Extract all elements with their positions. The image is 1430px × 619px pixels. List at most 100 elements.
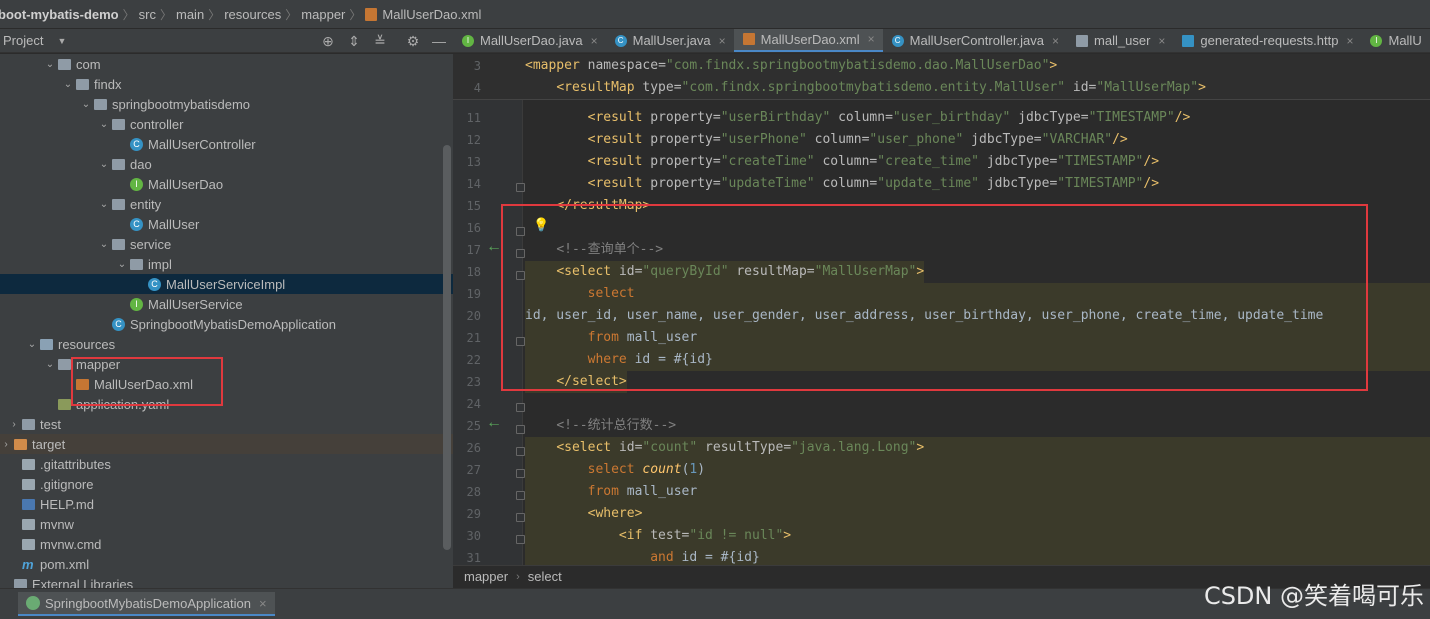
tree-item[interactable]: HELP.md: [0, 494, 453, 514]
editor-tab[interactable]: mall_user ×: [1067, 29, 1173, 52]
chevron-down-icon[interactable]: ⌄: [116, 259, 128, 270]
tree-item[interactable]: ⌄ impl: [0, 254, 453, 274]
code-text[interactable]: <resultMap type="com.findx.springbootmyb…: [525, 77, 1206, 99]
chevron-right-icon[interactable]: ›: [0, 439, 12, 450]
code-text[interactable]: from mall_user: [525, 481, 698, 503]
tree-item-label: entity: [130, 196, 162, 212]
tree-item[interactable]: › target: [0, 434, 453, 454]
code-text[interactable]: <where>: [525, 503, 643, 525]
tree-item[interactable]: ⌄ springbootmybatisdemo: [0, 94, 453, 114]
code-text[interactable]: and id = #{id}: [525, 547, 760, 565]
tree-item[interactable]: C MallUserServiceImpl: [0, 274, 453, 294]
tree-item[interactable]: ⌄ dao: [0, 154, 453, 174]
fold-marker-icon[interactable]: [516, 425, 525, 434]
editor-tab[interactable]: C MallUserController.java ×: [883, 29, 1067, 52]
close-icon[interactable]: ×: [1052, 34, 1059, 48]
tree-item[interactable]: .gitignore: [0, 474, 453, 494]
code-text[interactable]: <result property="createTime" column="cr…: [525, 151, 1159, 173]
tree-item[interactable]: mvnw: [0, 514, 453, 534]
code-text[interactable]: <result property="updateTime" column="up…: [525, 173, 1159, 195]
chevron-down-icon[interactable]: ⌄: [62, 79, 74, 90]
breadcrumb-item[interactable]: main: [176, 7, 204, 22]
tree-item[interactable]: C MallUser: [0, 214, 453, 234]
close-icon[interactable]: ×: [1346, 34, 1353, 48]
project-scrollbar[interactable]: [443, 145, 451, 550]
tree-item[interactable]: External Libraries: [0, 574, 453, 588]
fold-marker-icon[interactable]: [516, 469, 525, 478]
tree-item-label: controller: [130, 116, 184, 132]
code-text[interactable]: <!--统计总行数-->: [525, 415, 676, 437]
code-text[interactable]: <mapper namespace="com.findx.springbootm…: [525, 55, 1057, 77]
expand-all-icon[interactable]: ⇕: [346, 33, 362, 49]
tree-item[interactable]: I MallUserService: [0, 294, 453, 314]
chevron-down-icon[interactable]: ⌄: [44, 59, 56, 70]
navigate-to-interface-icon[interactable]: ←: [486, 238, 502, 256]
chevron-down-icon[interactable]: ⌄: [98, 119, 110, 130]
tree-item[interactable]: › test: [0, 414, 453, 434]
chevron-down-icon[interactable]: ⌄: [98, 199, 110, 210]
gear-icon[interactable]: ⚙: [405, 33, 421, 49]
breadcrumb-item[interactable]: resources: [224, 7, 281, 22]
tree-item[interactable]: ⌄ resources: [0, 334, 453, 354]
highlight-box-select: [501, 204, 1368, 391]
close-icon[interactable]: ×: [1158, 34, 1165, 48]
tree-item[interactable]: ⌄ service: [0, 234, 453, 254]
editor-tab[interactable]: MallUserDao.xml ×: [733, 29, 883, 52]
chevron-down-icon[interactable]: ⌄: [80, 99, 92, 110]
collapse-all-icon[interactable]: ≚: [372, 33, 388, 49]
tree-item[interactable]: m pom.xml: [0, 554, 453, 574]
chevron-down-icon[interactable]: ⌄: [98, 239, 110, 250]
editor-tab[interactable]: I MallU: [1361, 29, 1429, 52]
close-icon[interactable]: ×: [719, 34, 726, 48]
breadcrumb-item[interactable]: MallUserDao.xml: [382, 7, 481, 22]
tree-item[interactable]: C MallUserController: [0, 134, 453, 154]
code-text[interactable]: <if test="id != null">: [525, 525, 792, 547]
tree-item[interactable]: I MallUserDao: [0, 174, 453, 194]
tree-item[interactable]: ⌄ com: [0, 54, 453, 74]
line-number: 20: [466, 309, 481, 323]
tree-item[interactable]: mvnw.cmd: [0, 534, 453, 554]
fold-marker-icon[interactable]: [516, 447, 525, 456]
line-number: 17: [466, 243, 481, 257]
tree-item[interactable]: ⌄ controller: [0, 114, 453, 134]
chevron-down-icon[interactable]: ▼: [57, 36, 66, 46]
fold-marker-icon[interactable]: [516, 513, 525, 522]
editor-tab[interactable]: generated-requests.http ×: [1173, 29, 1361, 52]
chevron-down-icon[interactable]: ⌄: [44, 359, 56, 370]
chevron-down-icon[interactable]: ⌄: [26, 339, 38, 350]
project-view-selector[interactable]: Project: [3, 33, 43, 48]
fold-marker-icon[interactable]: [516, 403, 525, 412]
code-text[interactable]: <result property="userBirthday" column="…: [525, 107, 1191, 129]
editor-tab[interactable]: C MallUser.java ×: [606, 29, 734, 52]
tree-item[interactable]: .gitattributes: [0, 454, 453, 474]
code-text[interactable]: <select id="count" resultType="java.lang…: [525, 437, 925, 459]
chevron-down-icon[interactable]: ⌄: [98, 159, 110, 170]
breadcrumb-item[interactable]: boot-mybatis-demo: [0, 7, 119, 22]
line-number: 13: [466, 155, 481, 169]
breadcrumb-item[interactable]: src: [139, 7, 156, 22]
tree-item[interactable]: ⌄ mapper: [0, 354, 453, 374]
tree-item[interactable]: ⌄ findx: [0, 74, 453, 94]
fold-marker-icon[interactable]: [516, 491, 525, 500]
tree-item[interactable]: MallUserDao.xml: [0, 374, 453, 394]
code-line: 11 <result property="userBirthday" colum…: [453, 107, 1430, 129]
locate-icon[interactable]: ⊕: [320, 33, 336, 49]
code-text[interactable]: select count(1): [525, 459, 706, 481]
fold-marker-icon[interactable]: [516, 535, 525, 544]
close-icon[interactable]: ×: [868, 32, 875, 46]
run-tab[interactable]: SpringbootMybatisDemoApplication ×: [18, 592, 275, 616]
close-icon[interactable]: ×: [259, 596, 267, 611]
editor-tab[interactable]: I MallUserDao.java ×: [453, 29, 606, 52]
close-icon[interactable]: ×: [591, 34, 598, 48]
hide-icon[interactable]: —: [431, 33, 447, 49]
breadcrumb-item[interactable]: mapper: [301, 7, 345, 22]
editor-crumb-select[interactable]: select: [528, 569, 562, 584]
tree-item[interactable]: application.yaml: [0, 394, 453, 414]
editor-crumb-mapper[interactable]: mapper: [464, 569, 508, 584]
chevron-right-icon[interactable]: ›: [8, 419, 20, 430]
navigate-to-interface-icon[interactable]: ←: [486, 414, 502, 432]
tree-item[interactable]: C SpringbootMybatisDemoApplication: [0, 314, 453, 334]
fold-marker-icon[interactable]: [516, 183, 525, 192]
code-text[interactable]: <result property="userPhone" column="use…: [525, 129, 1128, 151]
tree-item[interactable]: ⌄ entity: [0, 194, 453, 214]
